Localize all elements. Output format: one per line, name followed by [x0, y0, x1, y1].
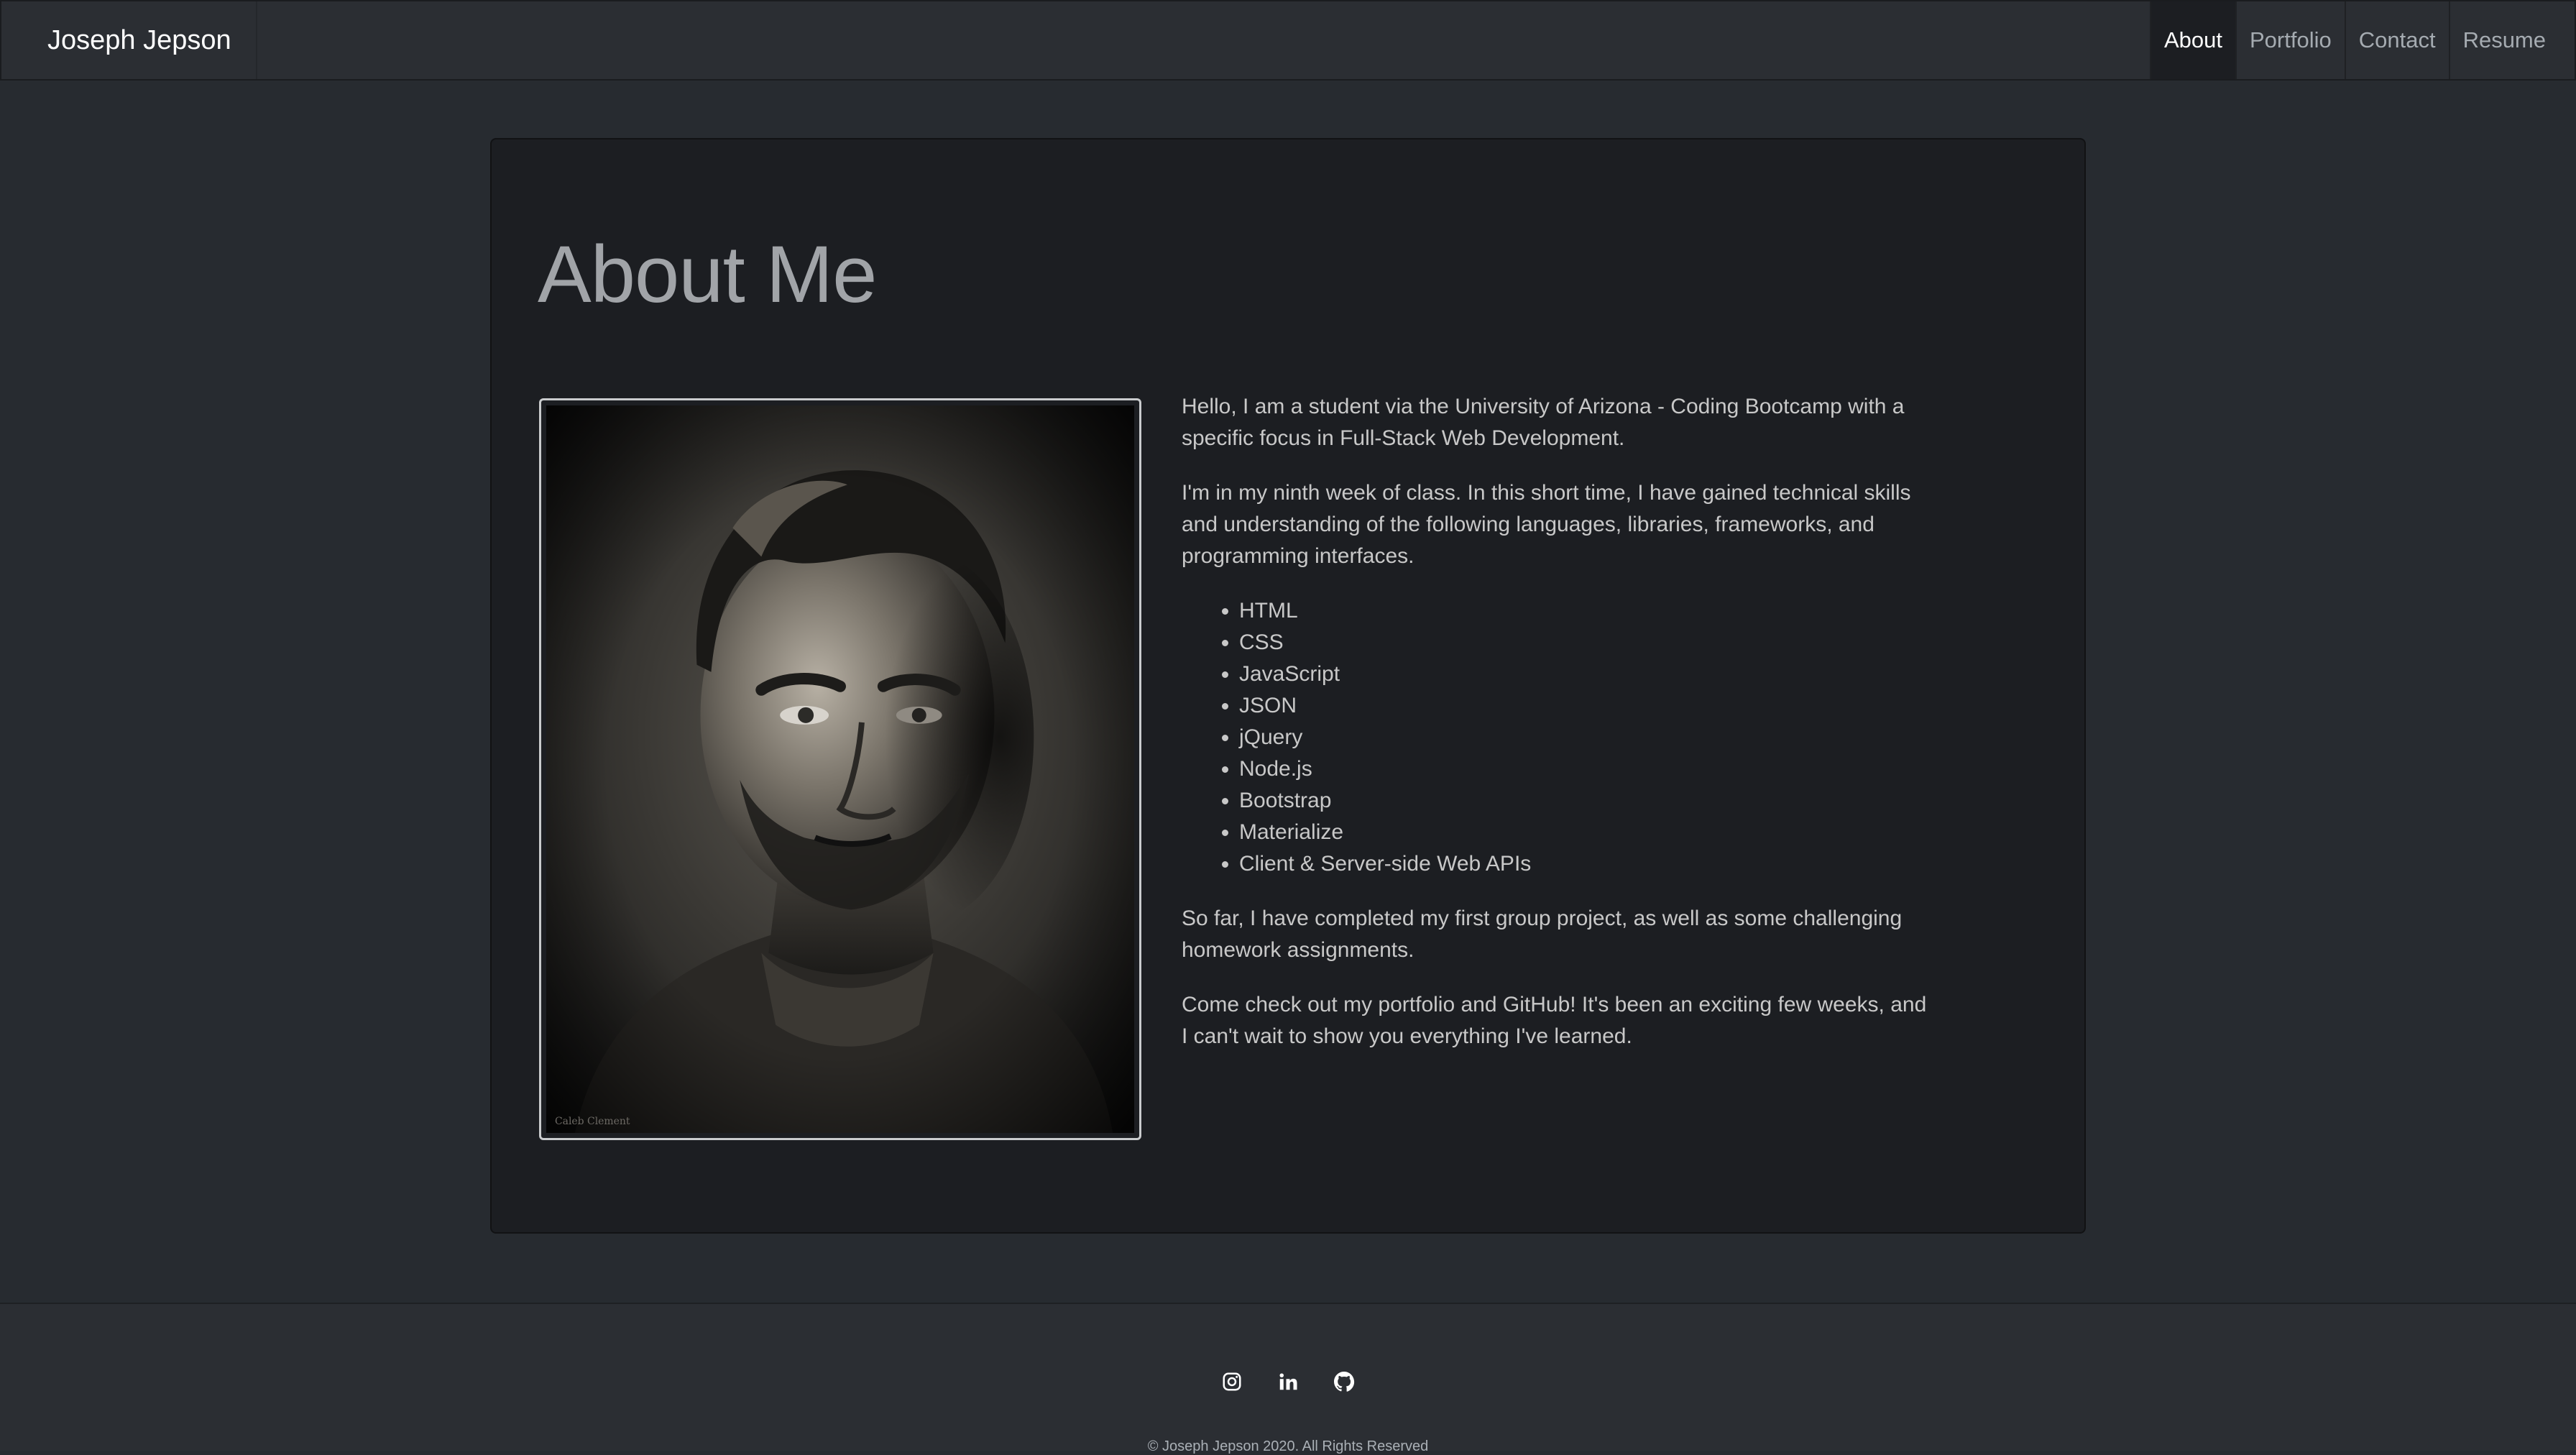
about-card: About Me Caleb Clement Hello, I am a stu…	[490, 138, 2086, 1234]
nav-link-resume[interactable]: Resume	[2448, 1, 2559, 79]
about-text: Hello, I am a student via the University…	[1182, 391, 1929, 1075]
skill-item: Materialize	[1239, 817, 1929, 848]
skill-item: HTML	[1239, 595, 1929, 627]
nav-links: About Portfolio Contact Resume	[2149, 1, 2559, 79]
social-links	[0, 1369, 2576, 1395]
skill-item: jQuery	[1239, 722, 1929, 753]
skill-item: JSON	[1239, 690, 1929, 722]
skill-item: Node.js	[1239, 753, 1929, 785]
navbar: Joseph Jepson About Portfolio Contact Re…	[0, 0, 2576, 81]
linkedin-icon[interactable]	[1275, 1369, 1301, 1395]
projects-paragraph: So far, I have completed my first group …	[1182, 906, 1903, 962]
svg-text:Caleb Clement: Caleb Clement	[555, 1116, 630, 1127]
nav-link-about[interactable]: About	[2149, 1, 2235, 79]
github-icon[interactable]	[1331, 1369, 1357, 1395]
skill-item: JavaScript	[1239, 658, 1929, 690]
footer: © Joseph Jepson 2020. All Rights Reserve…	[0, 1303, 2576, 1454]
skills-list: HTML CSS JavaScript JSON jQuery Node.js …	[1182, 595, 1929, 880]
skill-item: CSS	[1239, 627, 1929, 658]
brand-link[interactable]: Joseph Jepson	[1, 1, 257, 79]
intro-paragraph: Hello, I am a student via the University…	[1182, 395, 1905, 450]
portrait-frame: Caleb Clement	[539, 398, 1141, 1140]
page-title: About Me	[538, 229, 877, 319]
portrait-photo: Caleb Clement	[546, 405, 1134, 1133]
skill-item: Client & Server-side Web APIs	[1239, 848, 1929, 880]
skill-item: Bootstrap	[1239, 785, 1929, 817]
progress-paragraph: I'm in my ninth week of class. In this s…	[1182, 481, 1911, 568]
instagram-icon[interactable]	[1219, 1369, 1245, 1395]
nav-link-contact[interactable]: Contact	[2344, 1, 2449, 79]
copyright-text: © Joseph Jepson 2020. All Rights Reserve…	[1147, 1438, 1429, 1454]
nav-link-portfolio[interactable]: Portfolio	[2235, 1, 2345, 79]
cta-paragraph: Come check out my portfolio and GitHub! …	[1182, 993, 1927, 1048]
